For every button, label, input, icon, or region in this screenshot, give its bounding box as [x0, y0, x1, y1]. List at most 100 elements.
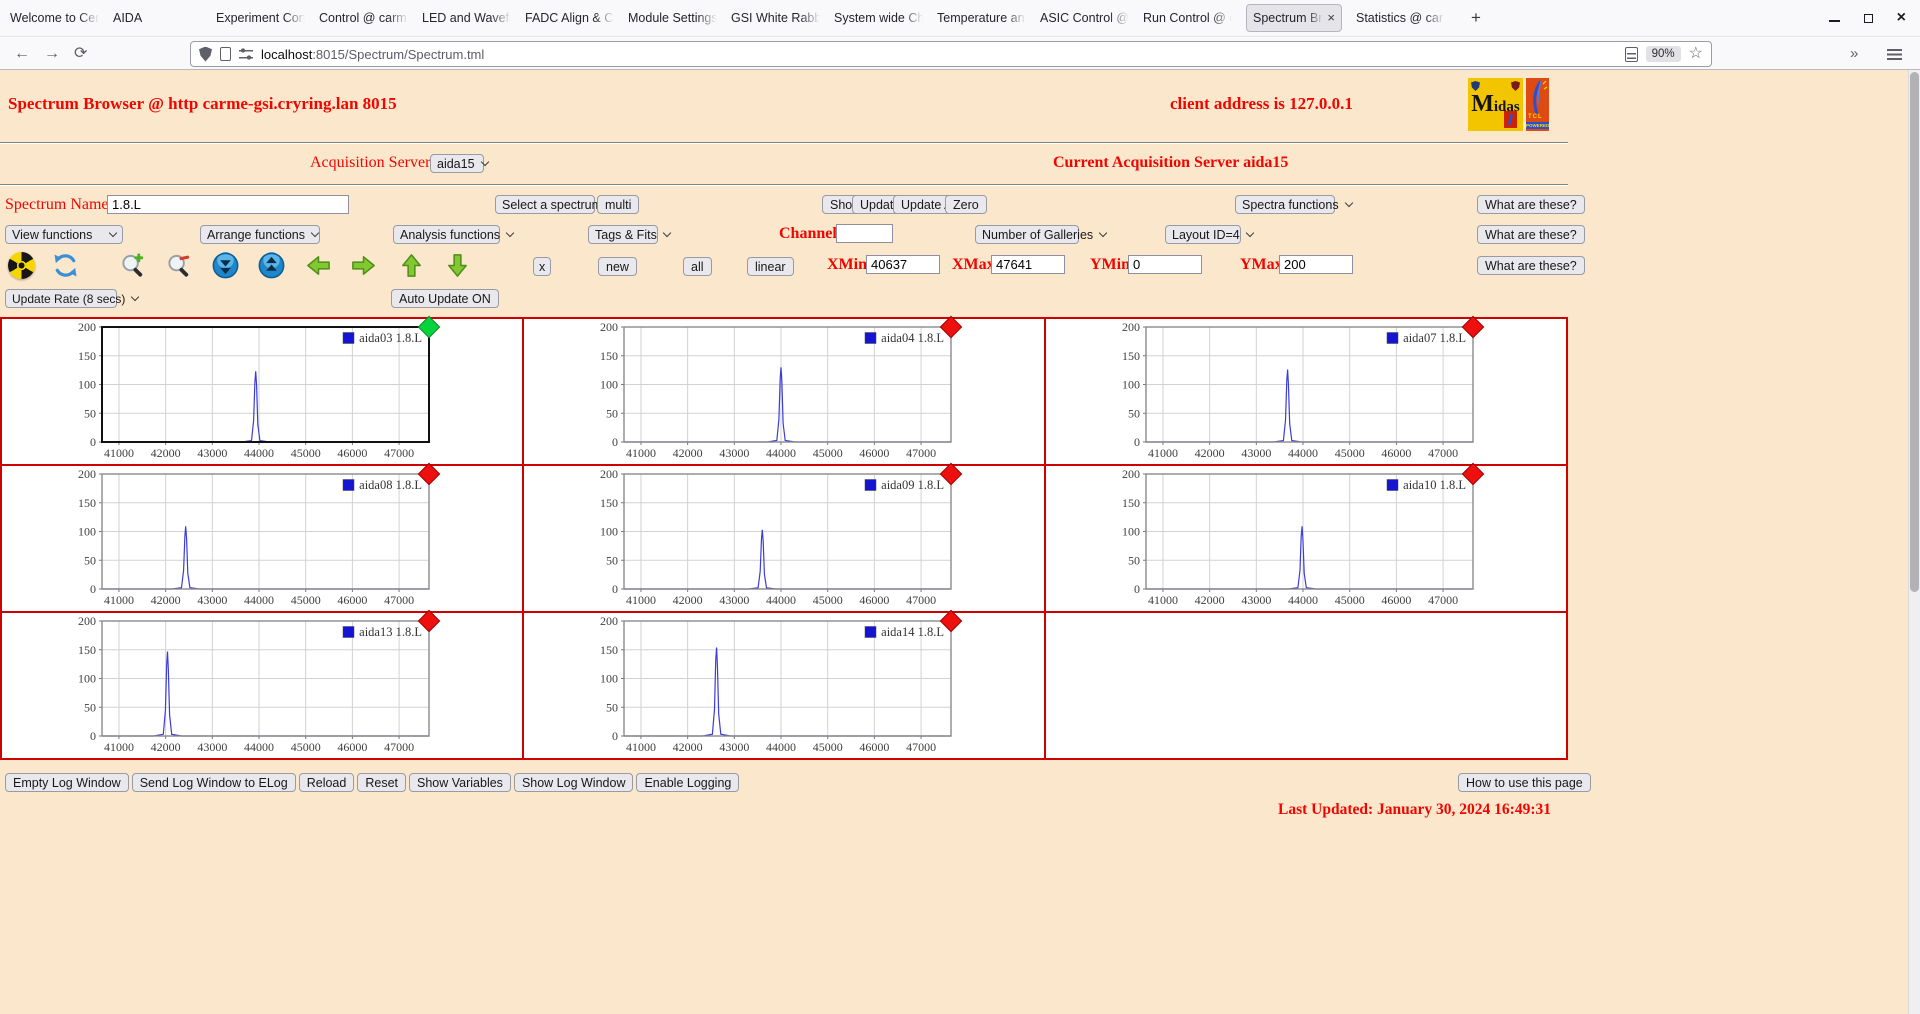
- refresh-icon[interactable]: [52, 252, 79, 279]
- svg-text:46000: 46000: [337, 740, 367, 754]
- tab-module-settings[interactable]: Module Settings: [628, 0, 717, 36]
- gallery-cell-aida10[interactable]: 41000 42000 43000 44000 45000 46000 47000 0 50 10…: [1045, 462, 1567, 612]
- tab-gsi-white-rabbi[interactable]: GSI White Rabbi: [731, 0, 820, 36]
- url-bar[interactable]: localhost:8015/Spectrum/Spectrum.tml 90%…: [190, 41, 1712, 67]
- close-window-button[interactable]: ×: [1897, 10, 1906, 26]
- page-scrollbar[interactable]: [1908, 70, 1920, 1014]
- select-spectrum-select[interactable]: Select a spectrum: [495, 195, 617, 214]
- tab-close-icon[interactable]: ×: [1327, 5, 1335, 31]
- hamburger-menu-icon[interactable]: [1887, 49, 1902, 60]
- maximize-button[interactable]: [1863, 13, 1873, 23]
- svg-text:41000: 41000: [626, 593, 656, 607]
- layout-id-select[interactable]: Layout ID=4: [1165, 225, 1255, 244]
- spectra-functions-select[interactable]: Spectra functions: [1235, 195, 1353, 214]
- shift-up-icon[interactable]: [258, 252, 285, 279]
- tab-run-control-c[interactable]: Run Control @ c: [1143, 0, 1232, 36]
- svg-text:aida04 1.8.L: aida04 1.8.L: [881, 331, 944, 345]
- permissions-icon[interactable]: [239, 48, 253, 60]
- back-button[interactable]: ←: [14, 44, 30, 64]
- forward-button[interactable]: →: [44, 44, 60, 64]
- midas-logo[interactable]: Midas: [1468, 78, 1523, 131]
- update-rate-select[interactable]: Update Rate (8 secs): [5, 289, 140, 308]
- minimize-button[interactable]: [1828, 20, 1840, 22]
- spectrum-name-input[interactable]: [107, 195, 349, 214]
- linear-button[interactable]: linear: [747, 257, 794, 276]
- arrow-right-icon[interactable]: [350, 252, 377, 279]
- svg-text:100: 100: [78, 672, 96, 686]
- gallery-cell-aida07[interactable]: 41000 42000 43000 44000 45000 46000 47000 0 50 10…: [1045, 315, 1567, 465]
- svg-text:aida03 1.8.L: aida03 1.8.L: [359, 331, 422, 345]
- gallery-cell-aida03[interactable]: 41000 42000 43000 44000 45000 46000 47000 0 50 10…: [1, 315, 523, 465]
- empty-log-window-button[interactable]: Empty Log Window: [5, 773, 129, 792]
- tab-welcome-to-cen[interactable]: Welcome to Cen: [10, 0, 99, 36]
- all-button[interactable]: all: [683, 257, 712, 276]
- reader-mode-icon[interactable]: [1624, 46, 1638, 62]
- zoom-level-badge[interactable]: 90%: [1645, 46, 1681, 62]
- tab-led-and-wavefo[interactable]: LED and Wavefo: [422, 0, 511, 36]
- arrow-down-icon[interactable]: [444, 252, 471, 279]
- page-title: Spectrum Browser @ http carme-gsi.cryrin…: [8, 94, 397, 113]
- spectrum-name-label: Spectrum Name:: [5, 196, 113, 213]
- reload-button[interactable]: ⟳: [74, 44, 87, 64]
- multi-button[interactable]: multi: [597, 195, 640, 214]
- new-button[interactable]: new: [598, 257, 637, 276]
- reload-button[interactable]: Reload: [298, 773, 355, 792]
- svg-text:44000: 44000: [766, 593, 796, 607]
- page-info-icon[interactable]: [220, 47, 231, 61]
- x-button[interactable]: x: [533, 257, 552, 276]
- gallery-cell-aida04[interactable]: 41000 42000 43000 44000 45000 46000 47000 0 50 10…: [523, 315, 1045, 465]
- show-variables-button[interactable]: Show Variables: [409, 773, 511, 792]
- gallery-cell-aida13[interactable]: 41000 42000 43000 44000 45000 46000 47000 0 50 10…: [1, 609, 523, 759]
- arrow-up-icon[interactable]: [398, 252, 425, 279]
- tab-spectrum-bro[interactable]: Spectrum Bro ×: [1246, 4, 1342, 32]
- view-functions-select[interactable]: View functions: [5, 225, 123, 244]
- what-are-these-button-2[interactable]: What are these?: [1477, 225, 1585, 244]
- zero-button[interactable]: Zero: [945, 195, 987, 214]
- send-log-window-to-elog-button[interactable]: Send Log Window to ELog: [131, 773, 296, 792]
- tcl-powered-logo[interactable]: TCL POWERED: [1526, 78, 1549, 131]
- channel-input[interactable]: [836, 224, 893, 243]
- reset-button[interactable]: Reset: [357, 773, 406, 792]
- gallery-cell-aida14[interactable]: 41000 42000 43000 44000 45000 46000 47000 0 50 10…: [523, 609, 1045, 759]
- bookmark-star-icon[interactable]: ☆: [1689, 46, 1703, 62]
- enable-logging-button[interactable]: Enable Logging: [636, 773, 740, 792]
- ymax-input[interactable]: [1279, 255, 1353, 274]
- arrange-functions-select[interactable]: Arrange functions: [200, 225, 320, 244]
- svg-text:42000: 42000: [151, 593, 181, 607]
- number-of-galleries-select[interactable]: Number of Galleries: [975, 225, 1108, 244]
- tab-statistics-car[interactable]: Statistics @ car: [1356, 0, 1445, 36]
- gallery-cell-aida08[interactable]: 41000 42000 43000 44000 45000 46000 47000 0 50 10…: [1, 462, 523, 612]
- show-log-window-button[interactable]: Show Log Window: [513, 773, 634, 792]
- what-are-these-button-1[interactable]: What are these?: [1477, 195, 1585, 214]
- tab-aida[interactable]: AIDA: [113, 0, 202, 36]
- new-tab-button[interactable]: +: [1461, 8, 1491, 28]
- shift-down-icon[interactable]: [212, 252, 239, 279]
- zoom-in-icon[interactable]: [120, 252, 147, 279]
- svg-text:0: 0: [612, 729, 618, 743]
- zoom-out-icon[interactable]: [166, 252, 193, 279]
- acquisition-server-select[interactable]: aida15: [430, 154, 489, 173]
- what-are-these-button-3[interactable]: What are these?: [1477, 256, 1585, 275]
- overflow-menu-icon[interactable]: »: [1850, 44, 1858, 64]
- how-to-use-button[interactable]: How to use this page: [1458, 773, 1591, 792]
- tab-temperature-an[interactable]: Temperature an: [937, 0, 1026, 36]
- svg-text:0: 0: [90, 582, 96, 596]
- xmin-input[interactable]: [866, 255, 940, 274]
- tags-fits-select[interactable]: Tags & Fits: [588, 225, 672, 244]
- tab-system-wide-ch[interactable]: System wide Ch: [834, 0, 923, 36]
- tab-fadc-align-co[interactable]: FADC Align & Co: [525, 0, 614, 36]
- gallery-cell-aida09[interactable]: 41000 42000 43000 44000 45000 46000 47000 0 50 10…: [523, 462, 1045, 612]
- scrollbar-thumb[interactable]: [1910, 72, 1919, 592]
- svg-text:50: 50: [84, 406, 96, 420]
- shield-icon[interactable]: [199, 46, 212, 62]
- radiation-icon[interactable]: [8, 252, 35, 279]
- tab-asic-control[interactable]: ASIC Control @: [1040, 0, 1129, 36]
- arrow-left-icon[interactable]: [305, 252, 332, 279]
- tab-experiment-con[interactable]: Experiment Con: [216, 0, 305, 36]
- svg-text:100: 100: [78, 378, 96, 392]
- ymin-input[interactable]: [1128, 255, 1202, 274]
- xmax-input[interactable]: [991, 255, 1065, 274]
- analysis-functions-select[interactable]: Analysis functions: [393, 225, 515, 244]
- tab-control-carm[interactable]: Control @ carm: [319, 0, 408, 36]
- auto-update-button[interactable]: Auto Update ON: [391, 289, 499, 308]
